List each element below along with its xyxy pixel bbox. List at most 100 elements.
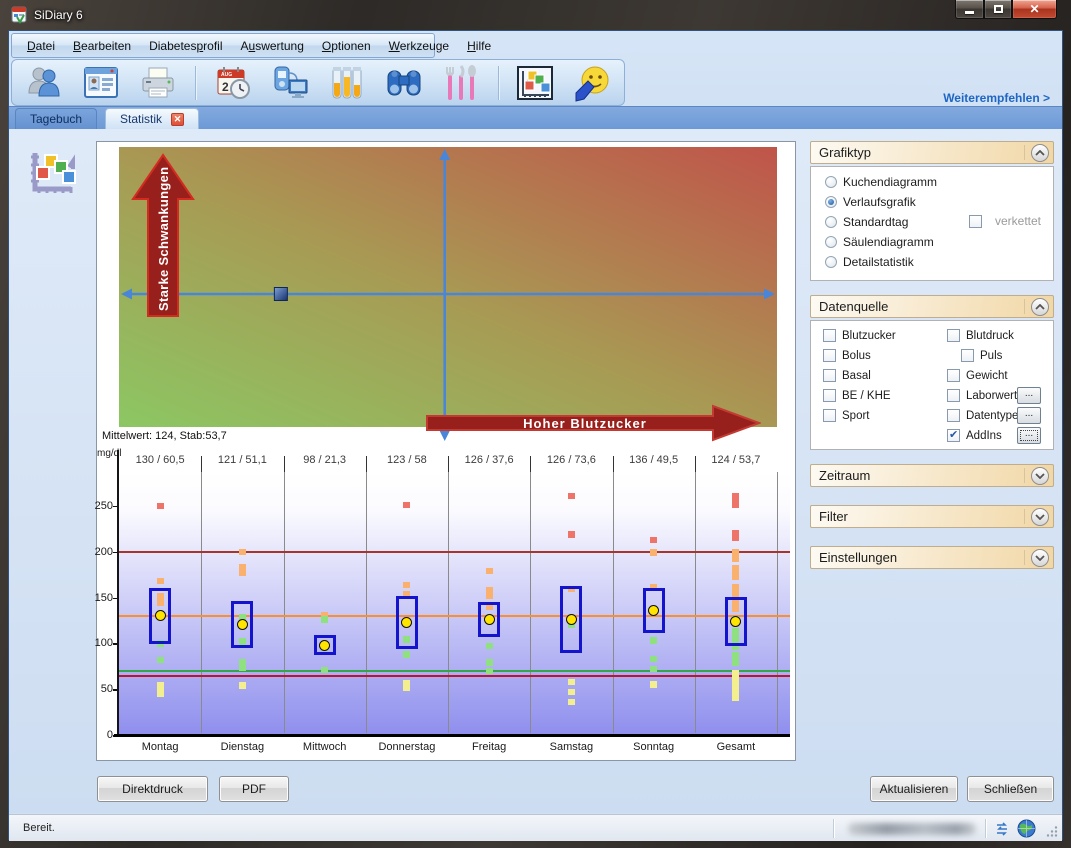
data-point [650,656,657,662]
expand-chevron-icon[interactable] [1031,508,1049,526]
recommend-link[interactable]: Weiterempfehlen > [943,91,1050,105]
tab-close-icon[interactable]: ✕ [171,113,184,126]
radio-option-standardtag[interactable]: Standardtagverkettet [811,212,1053,232]
checkbox-bolus[interactable] [823,349,836,362]
more-button-datentypen[interactable]: ... [1017,407,1041,424]
expand-chevron-icon[interactable] [1031,549,1049,567]
radio-option-säulendiagramm[interactable]: Säulendiagramm [811,232,1053,252]
checkbox-basal[interactable] [823,369,836,382]
zeitraum-title: Zeitraum [819,468,870,483]
radio-kuchendiagramm[interactable] [825,176,837,188]
collapse-chevron-icon[interactable] [1031,144,1049,162]
window-frame: SiDiary 6 ✕ DateiBearbeitenDiabetesprofi… [0,0,1071,848]
radio-säulendiagramm[interactable] [825,236,837,248]
menu-item-hilfe[interactable]: Hilfe [458,36,500,56]
sync-icon[interactable] [994,821,1010,842]
radio-option-verlaufsgrafik[interactable]: Verlaufsgrafik [811,192,1053,212]
checkbox-datentypen[interactable] [947,409,960,422]
checkbox-sport[interactable] [823,409,836,422]
maximize-button[interactable] [984,0,1012,19]
panel-zeitraum: Zeitraum [810,464,1054,487]
checkbox-row-blutdruck[interactable]: Blutdruck [947,329,1014,342]
device-sync-icon[interactable] [270,63,310,103]
collapse-chevron-icon[interactable] [1031,298,1049,316]
statistics-sidebar-icon[interactable] [25,147,77,204]
header-divider [1024,468,1025,483]
globe-icon[interactable] [1017,819,1036,843]
more-button-addins[interactable]: ... [1017,427,1041,444]
menu-item-bearbeiten[interactable]: Bearbeiten [64,36,140,56]
x-axis-line [114,734,790,737]
filter-header[interactable]: Filter [810,505,1054,528]
checkbox-blutzucker[interactable] [823,329,836,342]
menu-item-optionen[interactable]: Optionen [313,36,380,56]
checkbox-row-blutzucker[interactable]: Blutzucker [823,329,896,342]
expand-chevron-icon[interactable] [1031,467,1049,485]
checkbox-row-gewicht[interactable]: Gewicht [947,369,1008,382]
menu-item-diabetesprofil[interactable]: Diabetesprofil [140,36,231,56]
einstellungen-title: Einstellungen [819,550,897,565]
datenquelle-header[interactable]: Datenquelle [810,295,1054,318]
menu-item-datei[interactable]: Datei [18,36,64,56]
checkbox-puls[interactable] [961,349,974,362]
more-button-laborwerte[interactable]: ... [1017,387,1041,404]
einstellungen-header[interactable]: Einstellungen [810,546,1054,569]
test-tubes-icon[interactable] [327,63,367,103]
direktdruck-button[interactable]: Direktdruck [97,776,208,802]
checkbox-row-datentypen[interactable]: Datentypen [947,409,1025,422]
pdf-button[interactable]: PDF [219,776,289,802]
feedback-icon[interactable] [572,63,612,103]
checkbox-blutdruck[interactable] [947,329,960,342]
column-header-sonntag: 136 / 49,5 [613,454,695,468]
schliessen-button[interactable]: Schließen [967,776,1054,802]
column-header-freitag: 126 / 37,6 [448,454,530,468]
data-point [732,670,739,701]
data-point [157,503,164,509]
column-header-mittwoch: 98 / 21,3 [284,454,366,468]
data-point [239,549,246,555]
tab-tagebuch[interactable]: Tagebuch [15,108,97,129]
checkbox-label: Puls [980,350,1002,362]
radio-option-detailstatistik[interactable]: Detailstatistik [811,252,1053,272]
reference-line-200 [119,551,790,553]
data-point [321,616,328,622]
radio-option-kuchendiagramm[interactable]: Kuchendiagramm [811,172,1053,192]
checkbox-row-be-khe[interactable]: BE / KHE [823,389,891,402]
checkbox-be-khe[interactable] [823,389,836,402]
aktualisieren-button[interactable]: Aktualisieren [870,776,958,802]
resize-grip[interactable] [1046,825,1059,843]
statistics-icon[interactable] [515,63,555,103]
checkbox-addins[interactable] [947,429,960,442]
radio-detailstatistik[interactable] [825,256,837,268]
checkbox-row-addins[interactable]: AddIns [947,429,1002,442]
menu-item-werkzeuge[interactable]: Werkzeuge [380,36,458,56]
grafiktyp-header[interactable]: Grafiktyp [810,141,1054,164]
profile-card-icon[interactable] [81,63,121,103]
tab-statistik[interactable]: Statistik ✕ [105,108,199,129]
close-button[interactable]: ✕ [1012,0,1057,19]
checkbox-row-basal[interactable]: Basal [823,369,871,382]
calendar-icon[interactable]: AUG2 [213,63,253,103]
binoculars-icon[interactable] [384,63,424,103]
users-icon[interactable] [24,63,64,103]
radio-verlaufsgrafik[interactable] [825,196,837,208]
window-title: SiDiary 6 [34,8,83,22]
column-separator [284,472,285,733]
verkettet-checkbox[interactable] [969,215,982,228]
printer-icon[interactable] [138,63,178,103]
tab-label: Statistik [120,112,162,126]
checkbox-gewicht[interactable] [947,369,960,382]
checkbox-row-laborwerte[interactable]: Laborwerte [947,389,1024,402]
checkbox-row-sport[interactable]: Sport [823,409,870,422]
checkbox-row-bolus[interactable]: Bolus [823,349,871,362]
radio-standardtag[interactable] [825,216,837,228]
window-controls: ✕ [955,0,1057,19]
checkbox-row-puls[interactable]: Puls [961,349,1002,362]
checkbox-laborwerte[interactable] [947,389,960,402]
minimize-button[interactable] [955,0,984,19]
zeitraum-header[interactable]: Zeitraum [810,464,1054,487]
status-bar: Bereit. [9,814,1062,841]
food-icon[interactable] [441,63,481,103]
data-point [732,584,739,597]
menu-item-auswertung[interactable]: Auswertung [232,36,313,56]
